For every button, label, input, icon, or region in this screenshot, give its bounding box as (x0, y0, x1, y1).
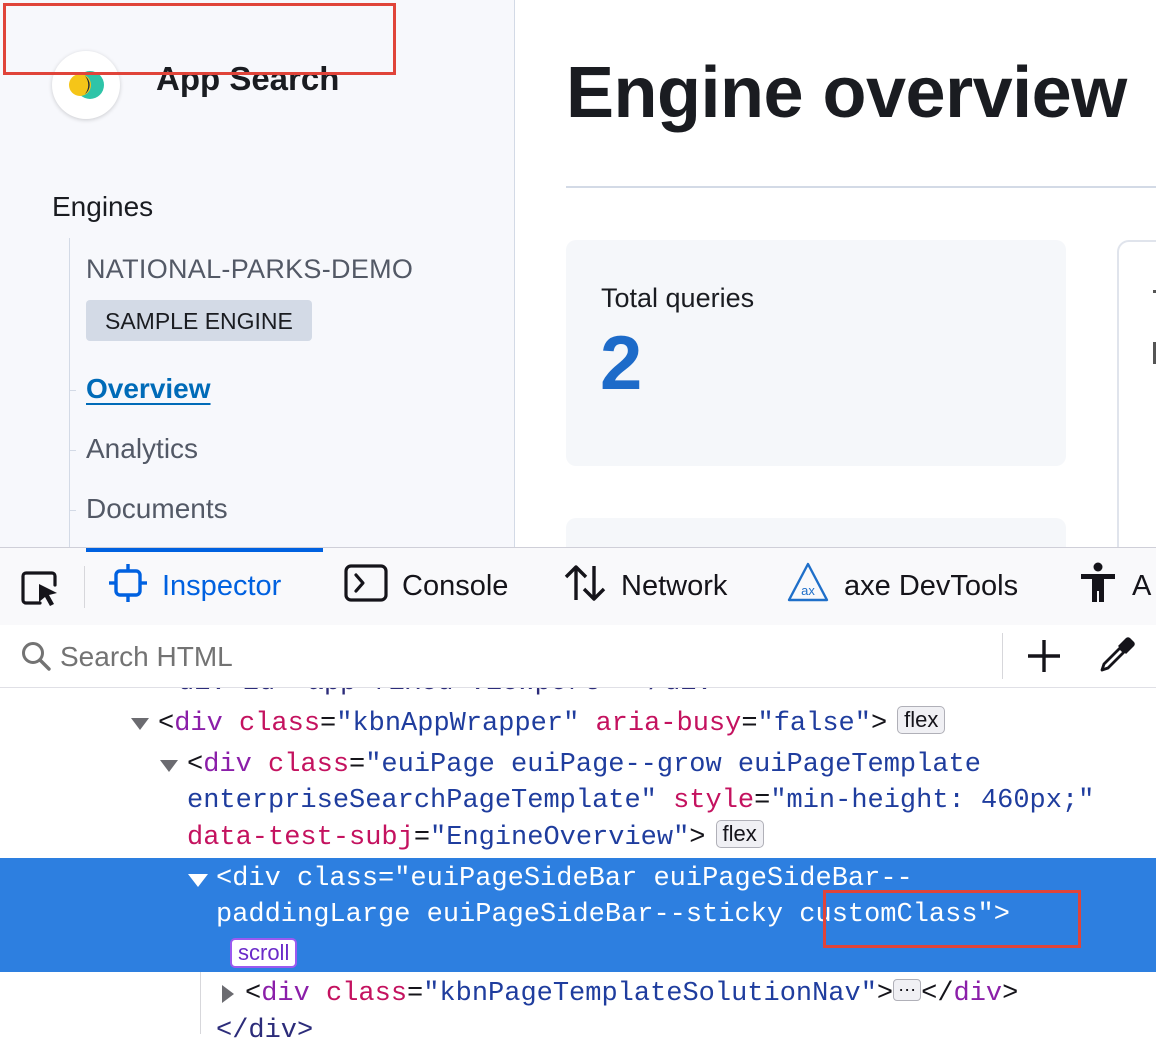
tree-node-closing: </div> (216, 1016, 314, 1046)
nav-tree-line (69, 238, 70, 547)
tab-console[interactable]: Console (344, 548, 508, 625)
total-queries-card: Total queries 2 (566, 240, 1066, 466)
tree-guide-line (200, 972, 201, 1034)
tab-label: Network (621, 570, 728, 602)
expand-twisty-icon[interactable] (131, 718, 149, 730)
tab-accessibility[interactable]: A (1078, 548, 1151, 625)
tab-label: Console (402, 570, 509, 602)
stat-value: 2 (600, 321, 643, 406)
tag-name: div (232, 864, 281, 894)
stat-label: Total queries (601, 283, 755, 313)
nav-tick (69, 450, 76, 451)
attr-value: "EngineOverview" (430, 823, 690, 853)
attr-value: "kbnAppWrapper" (336, 709, 580, 739)
tab-network[interactable]: Network (563, 548, 727, 625)
accessibility-icon (1078, 562, 1118, 612)
nav-item-overview[interactable]: Overview (86, 373, 211, 405)
attr-name: data-test-subj (187, 823, 414, 853)
attr-name: class (268, 750, 350, 780)
attr-value: "kbnPageTemplateSolutionNav" (423, 979, 877, 1009)
tab-label: axe DevTools (844, 570, 1019, 602)
sample-engine-badge: SAMPLE ENGINE (86, 300, 312, 341)
tree-node-continuation: enterpriseSearchPageTemplate" style="min… (187, 786, 1095, 816)
tab-axe-devtools[interactable]: ax axe DevTools (786, 548, 1018, 625)
nav-item-documents[interactable]: Documents (86, 493, 228, 525)
nav-item-analytics[interactable]: Analytics (86, 433, 198, 465)
attr-value: "euiPage euiPage--grow euiPageTemplate (365, 750, 981, 780)
attr-value: "false" (757, 709, 871, 739)
attr-value: "min-height: 460px;" (770, 786, 1095, 816)
engine-name: NATIONAL-PARKS-DEMO (86, 254, 414, 284)
axe-icon: ax (786, 562, 830, 612)
html-search-row (0, 625, 1156, 688)
attr-value: paddingLarge euiPageSideBar--sticky (216, 900, 784, 930)
highlight-box-customclass (823, 890, 1081, 948)
tree-line-clipped: div id="app-fixed-viewport"></div> (178, 688, 729, 700)
tab-inspector[interactable]: Inspector (108, 548, 281, 625)
inspector-icon (108, 563, 148, 611)
eyedropper-icon (1100, 637, 1135, 672)
tree-node-solutionnav[interactable]: <div class="kbnPageTemplateSolutionNav">… (245, 977, 1018, 1011)
svg-text:ax: ax (801, 583, 815, 598)
side-panel (1117, 240, 1156, 547)
engines-nav-heading[interactable]: Engines (52, 191, 153, 223)
toolbar-separator (84, 566, 85, 608)
search-icon (20, 640, 52, 677)
tree-node-continuation: data-test-subj="EngineOverview"> flex (187, 820, 764, 855)
app-search-page: App Search Engines NATIONAL-PARKS-DEMO S… (0, 0, 1156, 547)
network-icon (563, 563, 607, 611)
tree-node-kbnappwrapper[interactable]: <div class="kbnAppWrapper" aria-busy="fa… (158, 706, 946, 741)
attr-name: class (297, 864, 379, 894)
highlight-box-top (3, 3, 396, 75)
add-node-button[interactable] (1024, 636, 1064, 676)
flex-badge[interactable]: flex (897, 706, 946, 734)
tag-name: div (953, 979, 1003, 1009)
attr-name: aria-busy (595, 709, 742, 739)
toolbar-separator (1002, 633, 1003, 679)
page-title: Engine overview (566, 53, 1127, 133)
collapsed-twisty-icon[interactable] (222, 985, 234, 1003)
attr-name: class (326, 979, 408, 1009)
flex-badge[interactable]: flex (715, 820, 764, 848)
tab-label: A (1132, 570, 1152, 602)
collapsed-children-ellipsis[interactable]: ⋯ (893, 979, 922, 1001)
devtools-toolbar: Inspector Console Network ax axe DevTool… (0, 547, 1156, 626)
expand-twisty-icon[interactable] (160, 760, 178, 772)
expand-twisty-icon[interactable] (188, 874, 208, 887)
nav-tick (69, 390, 76, 391)
tree-node-euipagesidebar[interactable]: <div class="euiPageSideBar euiPageSideBa… (216, 862, 913, 896)
tab-label: Inspector (162, 570, 282, 602)
attr-name: class (239, 709, 321, 739)
console-icon (344, 563, 388, 610)
attr-value: enterpriseSearchPageTemplate" (187, 786, 657, 816)
nav-tick (69, 510, 76, 511)
tree-node-euipage[interactable]: <div class="euiPage euiPage--grow euiPag… (187, 748, 981, 782)
tag-name: div (203, 750, 252, 780)
scroll-badge[interactable]: scroll (230, 938, 298, 968)
color-picker-button[interactable] (1096, 636, 1136, 676)
plus-icon (1028, 640, 1060, 672)
app-sidebar: App Search Engines NATIONAL-PARKS-DEMO S… (0, 0, 515, 547)
element-picker-icon (21, 571, 57, 606)
stat-card-secondary (566, 518, 1066, 547)
search-html-input[interactable] (60, 639, 980, 675)
tag-name: div (174, 709, 223, 739)
attr-name: style (673, 786, 755, 816)
title-divider (566, 186, 1156, 188)
element-picker-button[interactable] (20, 569, 62, 609)
tag-name: div (261, 979, 310, 1009)
